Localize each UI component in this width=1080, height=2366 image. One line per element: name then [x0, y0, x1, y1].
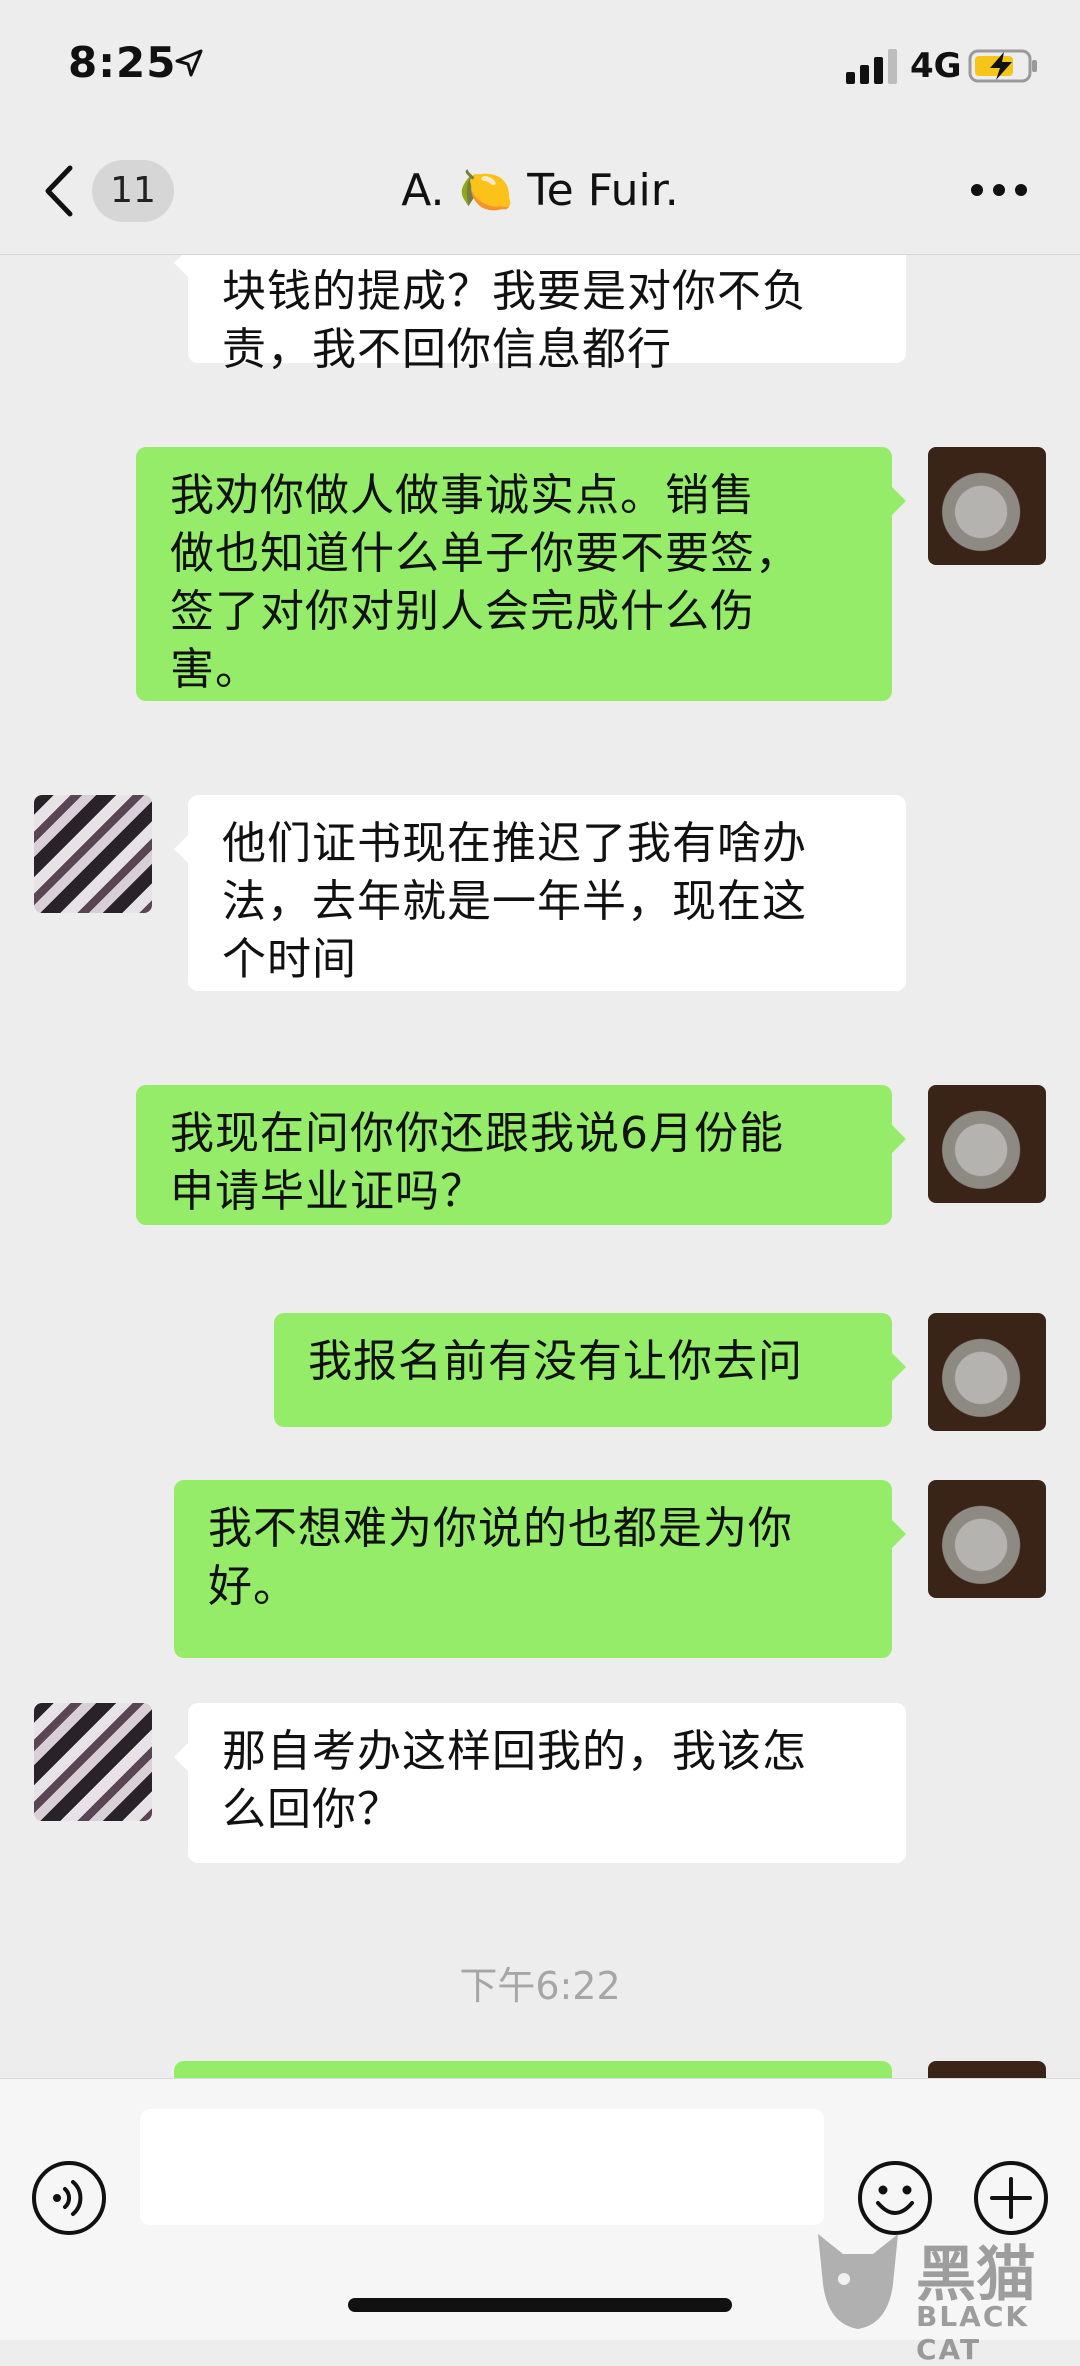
- contact-avatar[interactable]: [34, 795, 152, 913]
- my-avatar-cat[interactable]: [928, 1480, 1046, 1598]
- my-avatar-cat[interactable]: [928, 1085, 1046, 1203]
- message-bubble-outgoing[interactable]: 我报名前有没有让你去问: [274, 1313, 906, 1427]
- voice-input-icon[interactable]: [30, 2159, 108, 2237]
- status-bar: 8:25 4G: [0, 0, 1080, 130]
- my-avatar-cat[interactable]: [928, 1313, 1046, 1431]
- cat-logo-icon: [818, 2234, 898, 2329]
- message-bubble-incoming[interactable]: 块钱的提成？我要是对你不负 责，我不回你信息都行: [174, 255, 906, 375]
- message-timestamp: 下午6:22: [459, 1964, 621, 2008]
- location-arrow-icon: [175, 49, 203, 77]
- home-indicator: [348, 2298, 732, 2312]
- contact-avatar[interactable]: [34, 1703, 152, 1821]
- chat-header: 11 A. 🍋 Te Fuir.: [0, 130, 1080, 255]
- message-bubble-outgoing[interactable]: 我现在问你你还跟我说6月份能 申请毕业证吗？: [136, 1085, 906, 1225]
- message-bubble-incoming[interactable]: 那自考办这样回我的，我该怎 么回你？: [174, 1703, 906, 1863]
- more-options-icon[interactable]: [968, 178, 1030, 202]
- cellular-signal-icon: [846, 49, 897, 84]
- battery-charging-icon: [968, 49, 1037, 83]
- message-bubble-outgoing[interactable]: 我劝你做人做事诚实点。销售 做也知道什么单子你要不要签， 签了对你对别人会完成什…: [136, 447, 906, 701]
- network-type: 4G: [910, 46, 962, 86]
- message-list[interactable]: 块钱的提成？我要是对你不负 责，我不回你信息都行 我劝你做人做事诚实点。销售 做…: [0, 255, 1080, 2078]
- unread-count-badge[interactable]: 11: [92, 160, 174, 222]
- message-bubble-outgoing[interactable]: [174, 2061, 892, 2078]
- my-avatar-cat[interactable]: [928, 2061, 1046, 2078]
- message-bubble-outgoing[interactable]: 我不想难为你说的也都是为你 好。: [174, 1480, 906, 1658]
- back-chevron-icon[interactable]: [38, 162, 80, 220]
- message-input[interactable]: [140, 2109, 824, 2225]
- my-avatar-cat[interactable]: [928, 447, 1046, 565]
- watermark-subtext: BLACK CAT: [916, 2300, 1030, 2366]
- clock: 8:25: [68, 38, 177, 87]
- message-bubble-incoming[interactable]: 他们证书现在推迟了我有啥办 法，去年就是一年半，现在这 个时间: [174, 795, 906, 991]
- black-cat-watermark: 黑猫 BLACK CAT: [808, 2220, 1080, 2366]
